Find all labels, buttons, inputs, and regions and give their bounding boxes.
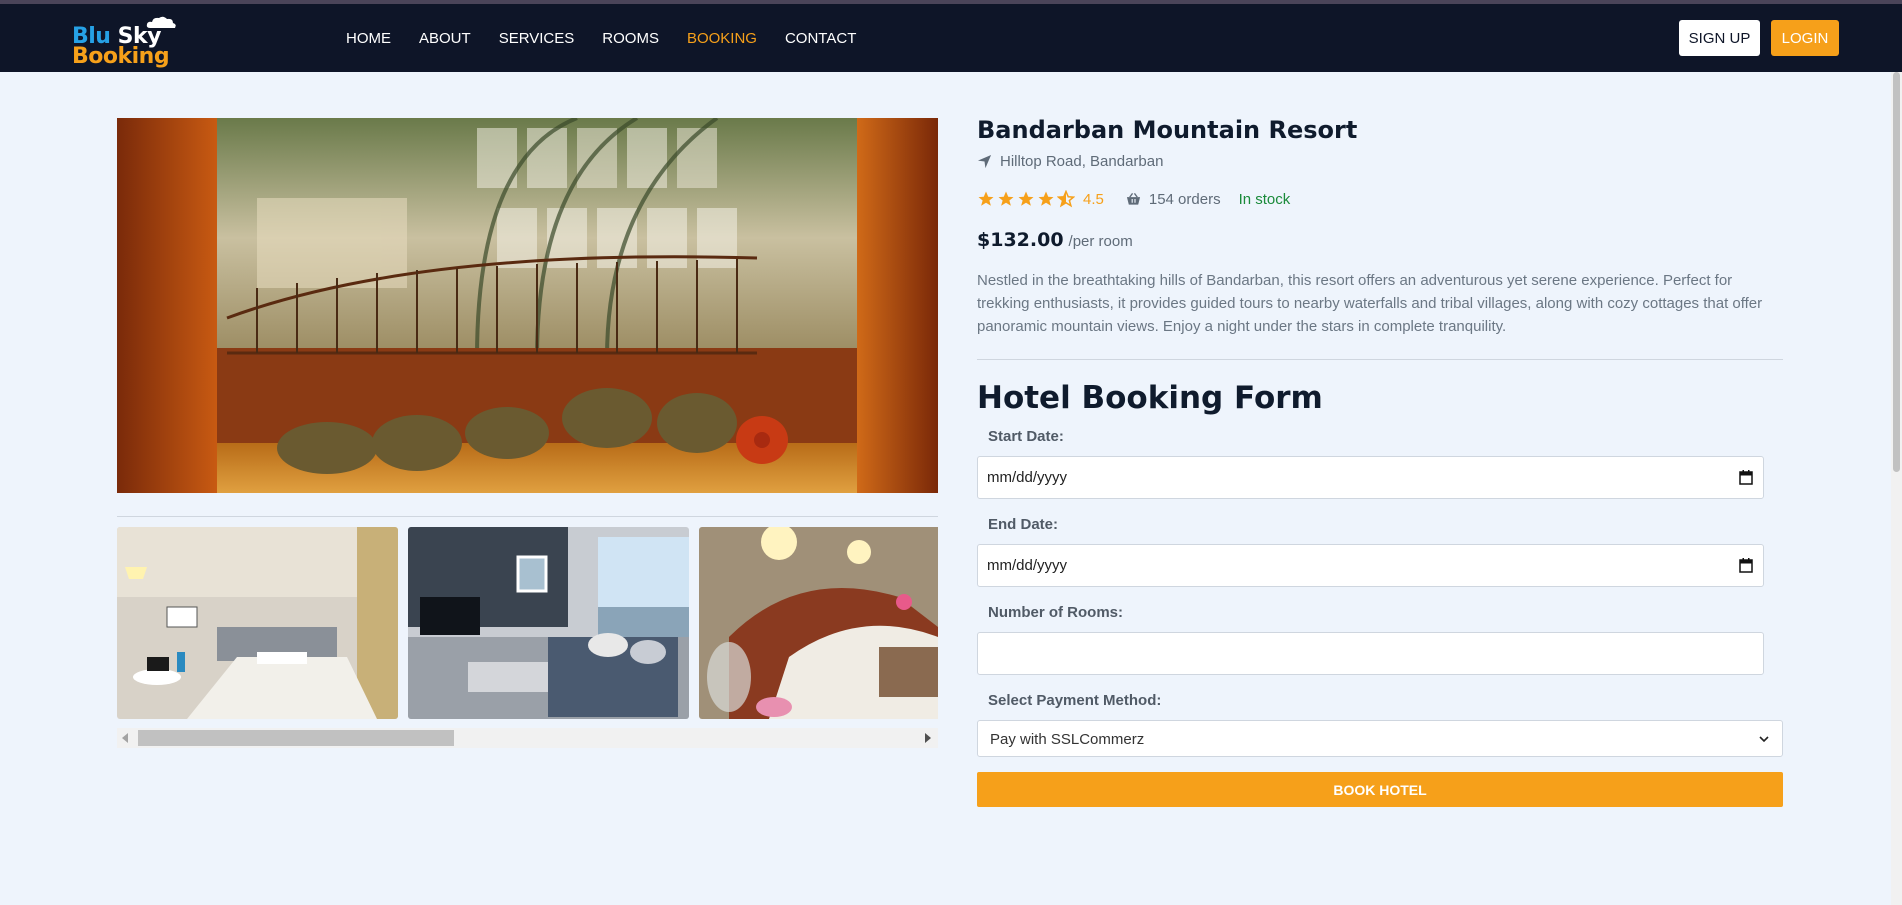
thumbnail-strip [117, 527, 938, 719]
price-value: $132.00 [977, 229, 1064, 251]
thumbnail-scrollbar[interactable] [117, 728, 938, 748]
start-date-placeholder: mm/dd/yyyy [987, 469, 1068, 486]
price-row: $132.00 /per room [977, 229, 1133, 251]
navbar: Blu Sky Booking HOME ABOUT SERVICES ROOM… [0, 4, 1902, 72]
payment-selected-value: Pay with SSLCommerz [990, 731, 1145, 748]
nav-services[interactable]: SERVICES [499, 30, 575, 47]
star-icon [998, 191, 1014, 206]
stock-status: In stock [1238, 190, 1291, 208]
rating-value: 4.5 [1083, 190, 1104, 208]
nav-about[interactable]: ABOUT [419, 30, 471, 47]
rating-row: 4.5 154 orders In stock [977, 190, 1290, 208]
start-date-label: Start Date: [988, 428, 1064, 445]
scroll-right-icon[interactable] [925, 733, 931, 743]
hotel-title: Bandarban Mountain Resort [977, 116, 1358, 144]
main-hotel-image [117, 118, 938, 493]
star-rating [977, 190, 1075, 208]
nav-rooms[interactable]: ROOMS [602, 30, 659, 47]
rooms-input[interactable] [977, 632, 1764, 675]
brand-logo[interactable]: Blu Sky Booking [72, 12, 182, 68]
cloud-icon [146, 16, 176, 28]
thumbnail-scrollbar-thumb[interactable] [138, 730, 454, 746]
thumbnail-3[interactable] [699, 527, 938, 719]
price-unit: /per room [1068, 233, 1133, 250]
star-half-icon [1057, 190, 1075, 208]
location-arrow-icon [977, 154, 992, 169]
star-icon [1018, 191, 1034, 206]
nav-booking[interactable]: BOOKING [687, 30, 757, 47]
payment-label: Select Payment Method: [988, 692, 1162, 709]
basket-icon [1126, 192, 1140, 205]
gallery-divider [117, 516, 938, 517]
nav-home[interactable]: HOME [346, 30, 391, 47]
end-date-placeholder: mm/dd/yyyy [987, 557, 1068, 574]
scroll-left-icon[interactable] [122, 733, 128, 743]
hotel-description: Nestled in the breathtaking hills of Ban… [977, 272, 1763, 335]
signup-button[interactable]: SIGN UP [1679, 20, 1760, 56]
rooms-label: Number of Rooms: [988, 604, 1123, 621]
star-icon [978, 191, 994, 206]
calendar-icon[interactable] [1739, 558, 1753, 573]
start-date-input[interactable]: mm/dd/yyyy [977, 456, 1764, 499]
end-date-input[interactable]: mm/dd/yyyy [977, 544, 1764, 587]
location-text: Hilltop Road, Bandarban [1000, 153, 1164, 170]
main-nav: HOME ABOUT SERVICES ROOMS BOOKING CONTAC… [346, 4, 856, 72]
thumbnail-2[interactable] [408, 527, 689, 719]
star-icon [1038, 191, 1054, 206]
booking-form-title: Hotel Booking Form [977, 380, 1323, 416]
orders-count: 154 orders [1126, 191, 1221, 208]
thumbnail-1[interactable] [117, 527, 398, 719]
end-date-label: End Date: [988, 516, 1059, 533]
brand-line-2: Booking [72, 44, 170, 69]
login-button[interactable]: LOGIN [1771, 20, 1839, 56]
hotel-location: Hilltop Road, Bandarban [977, 153, 1163, 170]
book-hotel-button[interactable]: BOOK HOTEL [977, 772, 1783, 807]
chevron-down-icon [1759, 736, 1769, 743]
page-scrollbar-thumb[interactable] [1893, 72, 1900, 472]
nav-contact[interactable]: CONTACT [785, 30, 856, 47]
section-divider [977, 359, 1783, 360]
payment-method-select[interactable]: Pay with SSLCommerz [977, 720, 1783, 757]
orders-text: 154 orders [1148, 190, 1221, 208]
calendar-icon[interactable] [1739, 470, 1753, 485]
